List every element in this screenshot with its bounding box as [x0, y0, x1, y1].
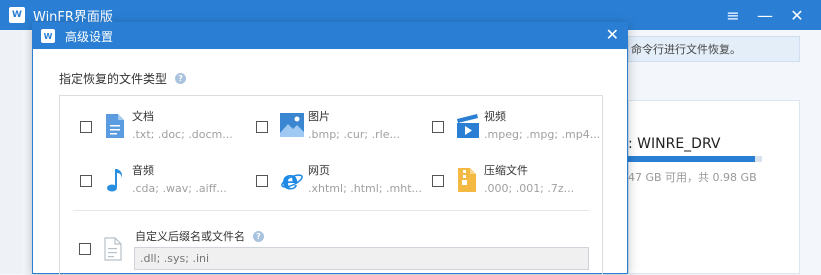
archive-icon: [456, 167, 478, 193]
web-icon: e: [280, 166, 303, 196]
custom-extension-input[interactable]: [134, 247, 589, 270]
file-type-picture: 图片 .bmp; .cur; .rle...: [256, 110, 400, 142]
custom-extension-label: 自定义后缀名或文件名: [135, 230, 245, 243]
app-logo-icon: W: [9, 7, 25, 23]
custom-extension-row: [79, 223, 125, 261]
picture-label: 图片: [308, 110, 330, 123]
document-checkbox[interactable]: [80, 121, 92, 133]
drive-panel[interactable]: [628, 100, 800, 274]
archive-checkbox[interactable]: [432, 175, 444, 187]
picture-icon: [280, 113, 304, 139]
minimize-icon[interactable]: —: [749, 6, 781, 25]
drive-info: 47 GB 可用，共 0.98 GB: [628, 171, 757, 184]
file-type-archive: 压缩文件 .000; .001; .7z...: [432, 164, 574, 196]
document-icon: [104, 113, 126, 139]
audio-extensions: .cda; .wav; .aiff...: [132, 182, 227, 195]
help-icon[interactable]: ?: [175, 73, 187, 84]
document-label: 文档: [132, 110, 154, 123]
archive-extensions: .000; .001; .7z...: [484, 182, 575, 195]
file-type-document: 文档 .txt; .doc; .docm...: [80, 110, 233, 142]
video-icon: [456, 113, 479, 139]
side-strip: [0, 30, 22, 274]
custom-help-icon[interactable]: ?: [253, 230, 264, 242]
window-controls: ≡ — ✕: [717, 0, 813, 30]
picture-extensions: .bmp; .cur; .rle...: [308, 128, 400, 141]
dialog-titlebar: W 高级设置 ✕: [33, 23, 627, 49]
music-icon: [104, 167, 126, 193]
custom-extension-heading: 自定义后缀名或文件名 ?: [135, 228, 264, 244]
drive-name: : WINRE_DRV: [628, 136, 721, 152]
dialog-close-icon[interactable]: ✕: [606, 25, 619, 44]
custom-file-icon: [103, 235, 125, 261]
drive-usage-fill: [628, 156, 756, 162]
file-type-web: e 网页 .xhtml; .html; .mht...: [256, 164, 422, 196]
video-checkbox[interactable]: [432, 121, 444, 133]
file-type-audio: 音频 .cda; .wav; .aiff...: [80, 164, 227, 196]
file-type-video: 视频 .mpeg; .mpg; .mp4...: [432, 110, 600, 142]
dialog-logo-icon: W: [41, 29, 55, 43]
web-checkbox[interactable]: [256, 175, 268, 187]
audio-label: 音频: [132, 164, 154, 177]
web-label: 网页: [308, 164, 330, 177]
video-label: 视频: [484, 110, 506, 123]
video-extensions: .mpeg; .mpg; .mp4...: [484, 128, 601, 141]
document-extensions: .txt; .doc; .docm...: [132, 128, 233, 141]
audio-checkbox[interactable]: [80, 175, 92, 187]
divider: [73, 210, 589, 211]
picture-checkbox[interactable]: [256, 121, 268, 133]
drive-usage-bar: [628, 156, 762, 162]
menu-icon[interactable]: ≡: [717, 6, 749, 25]
dialog-title: 高级设置: [65, 29, 114, 44]
custom-extension-checkbox[interactable]: [79, 243, 91, 255]
svg-text:e: e: [282, 167, 299, 193]
file-types-heading-text: 指定恢复的文件类型: [59, 72, 168, 86]
archive-label: 压缩文件: [484, 164, 528, 177]
file-types-heading: 指定恢复的文件类型 ?: [59, 70, 187, 87]
info-banner: 命令行进行文件恢复。: [628, 36, 800, 62]
close-icon[interactable]: ✕: [781, 6, 813, 25]
advanced-settings-dialog: W 高级设置 ✕ 指定恢复的文件类型 ? 文档 .txt; .doc; .doc…: [32, 22, 628, 275]
web-extensions: .xhtml; .html; .mht...: [308, 182, 423, 195]
